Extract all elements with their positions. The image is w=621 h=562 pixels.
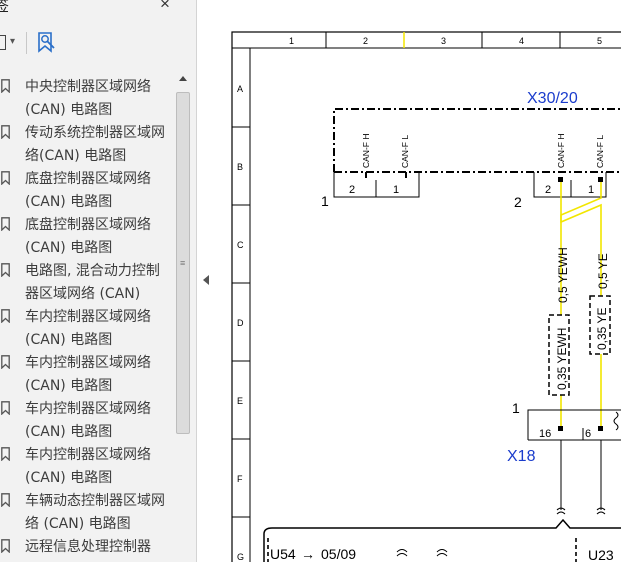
pin-number: 2 (349, 184, 355, 196)
bookmark-item[interactable]: 车辆动态控制器区域网络 (CAN) 电路图 (0, 488, 172, 534)
chevron-down-icon: ▾ (10, 36, 16, 47)
chevron-left-icon (203, 275, 209, 285)
bookmark-list: 中央控制器区域网络 (CAN) 电路图 传动系统控制器区域网络(CAN) 电路图底… (0, 74, 172, 562)
column-number: 5 (597, 36, 602, 46)
find-bookmark-button[interactable] (36, 32, 58, 54)
grip-icon: ≡ (180, 258, 186, 268)
bookmark-icon (1, 355, 10, 369)
bookmark-label: 底盘控制器区域网络 (CAN) 电路图 (25, 171, 151, 210)
arrow-icon: → (301, 546, 315, 562)
bookmark-item[interactable]: 车内控制器区域网络 (CAN) 电路图 (0, 442, 172, 488)
bookmarks-panel: 签 × ▾ 中央控制器区域网络 (CAN) 电路图 传动系统控制器区域网络(CAN… (0, 0, 197, 562)
bookmark-label: 电路图, 混合动力控制器区域网络 (CAN) (25, 263, 160, 302)
bookmark-item[interactable]: 传动系统控制器区域网络(CAN) 电路图 (0, 120, 172, 166)
scrollbar-thumb[interactable]: ≡ (176, 92, 190, 434)
column-number: 1 (289, 36, 294, 46)
bookmark-label: 传动系统控制器区域网络(CAN) 电路图 (25, 125, 165, 164)
connector-x30-20-label: X30/20 (527, 90, 578, 107)
collapse-panel-button[interactable] (200, 270, 212, 290)
bookmark-icon (1, 217, 10, 231)
wire-label: 0,5 YEWH (556, 247, 570, 303)
bookmark-item[interactable]: 电路图, 混合动力控制器区域网络 (CAN) (0, 258, 172, 304)
bookmark-icon (1, 171, 10, 185)
terminal-label: 2 (514, 194, 522, 210)
bookmark-icon (1, 539, 10, 553)
bookmark-item[interactable]: 车内控制器区域网络 (CAN) 电路图 (0, 396, 172, 442)
bookmark-label: 车内控制器区域网络 (CAN) 电路图 (25, 401, 151, 440)
bookmark-icon (1, 263, 10, 277)
bookmark-item[interactable]: 底盘控制器区域网络 (CAN) 电路图 (0, 212, 172, 258)
pin-number: 16 (539, 428, 551, 440)
pin-label: CAN-F H (556, 134, 566, 168)
wire-label: 0,5 YE (596, 253, 610, 289)
connector-x18-label: X18 (507, 448, 536, 465)
bookmark-item[interactable]: 车内控制器区域网络 (CAN) 电路图 (0, 350, 172, 396)
bookmark-icon (1, 125, 10, 139)
bookmark-icon (1, 79, 10, 93)
pin-number: 1 (393, 184, 399, 196)
bookmark-item[interactable]: 底盘控制器区域网络 (CAN) 电路图 (0, 166, 172, 212)
scroll-up-icon[interactable] (179, 76, 187, 81)
bookmark-label: 车辆动态控制器区域网络 (CAN) 电路图 (25, 493, 165, 532)
pin-label: CAN-F H (361, 134, 371, 168)
bookmark-label: 车内控制器区域网络 (CAN) 电路图 (25, 447, 151, 486)
module-label: U23 (588, 547, 614, 562)
bookmark-icon (1, 401, 10, 415)
circuit-diagram: 1 2 3 4 5 A B C D E F G X30/20 CAN-F H C… (231, 31, 621, 562)
terminal-label: 1 (512, 400, 520, 416)
options-box-icon (0, 35, 6, 50)
bookmark-label: 车内控制器区域网络 (CAN) 电路图 (25, 355, 151, 394)
bookmark-label: 车内控制器区域网络 (CAN) 电路图 (25, 309, 151, 348)
bookmark-item[interactable]: 远程信息处理控制器 (0, 534, 172, 562)
bookmark-label: 底盘控制器区域网络 (CAN) 电路图 (25, 217, 151, 256)
scrollbar[interactable]: ≡ (174, 74, 191, 562)
bookmark-label: 远程信息处理控制器 (25, 539, 151, 555)
page-ref: 05/09 (321, 546, 356, 562)
wire-label: 0,35 YE (595, 308, 609, 350)
row-letter: C (237, 240, 244, 250)
row-letter: E (237, 396, 243, 406)
connector-outline (333, 108, 621, 172)
row-letter: A (237, 84, 243, 94)
column-number: 2 (363, 36, 368, 46)
pin-label: CAN-F L (595, 135, 605, 168)
panel-title: 签 (0, 0, 10, 15)
column-number: 4 (519, 36, 524, 46)
row-letter: B (237, 162, 243, 172)
terminal-label: 1 (321, 193, 329, 209)
bookmark-item[interactable]: 中央控制器区域网络 (CAN) 电路图 (0, 74, 172, 120)
pin-number: 6 (585, 428, 591, 440)
close-icon[interactable]: × (160, 0, 170, 14)
row-letter: G (237, 552, 244, 562)
panel-header: 签 × (0, 0, 196, 20)
column-number: 3 (441, 36, 446, 46)
row-letter: F (237, 474, 243, 484)
bookmark-icon (1, 309, 10, 323)
bookmark-options-button[interactable]: ▾ (0, 34, 20, 52)
row-letter: D (237, 318, 244, 328)
module-label: U54 (270, 546, 296, 562)
toolbar-divider (26, 32, 27, 54)
bookmark-icon (1, 493, 10, 507)
bus-bracket (263, 518, 621, 562)
bookmark-label: 中央控制器区域网络 (CAN) 电路图 (25, 79, 151, 118)
pin-number: 1 (588, 184, 594, 196)
bookmark-search-icon (38, 32, 55, 53)
bookmark-item[interactable]: 车内控制器区域网络 (CAN) 电路图 (0, 304, 172, 350)
wire-label: 0,35 YEWH (555, 328, 569, 390)
bookmark-icon (1, 447, 10, 461)
document-view[interactable]: 1 2 3 4 5 A B C D E F G X30/20 CAN-F H C… (216, 0, 621, 562)
pin-number: 2 (545, 184, 551, 196)
pin-label: CAN-F L (400, 135, 410, 168)
